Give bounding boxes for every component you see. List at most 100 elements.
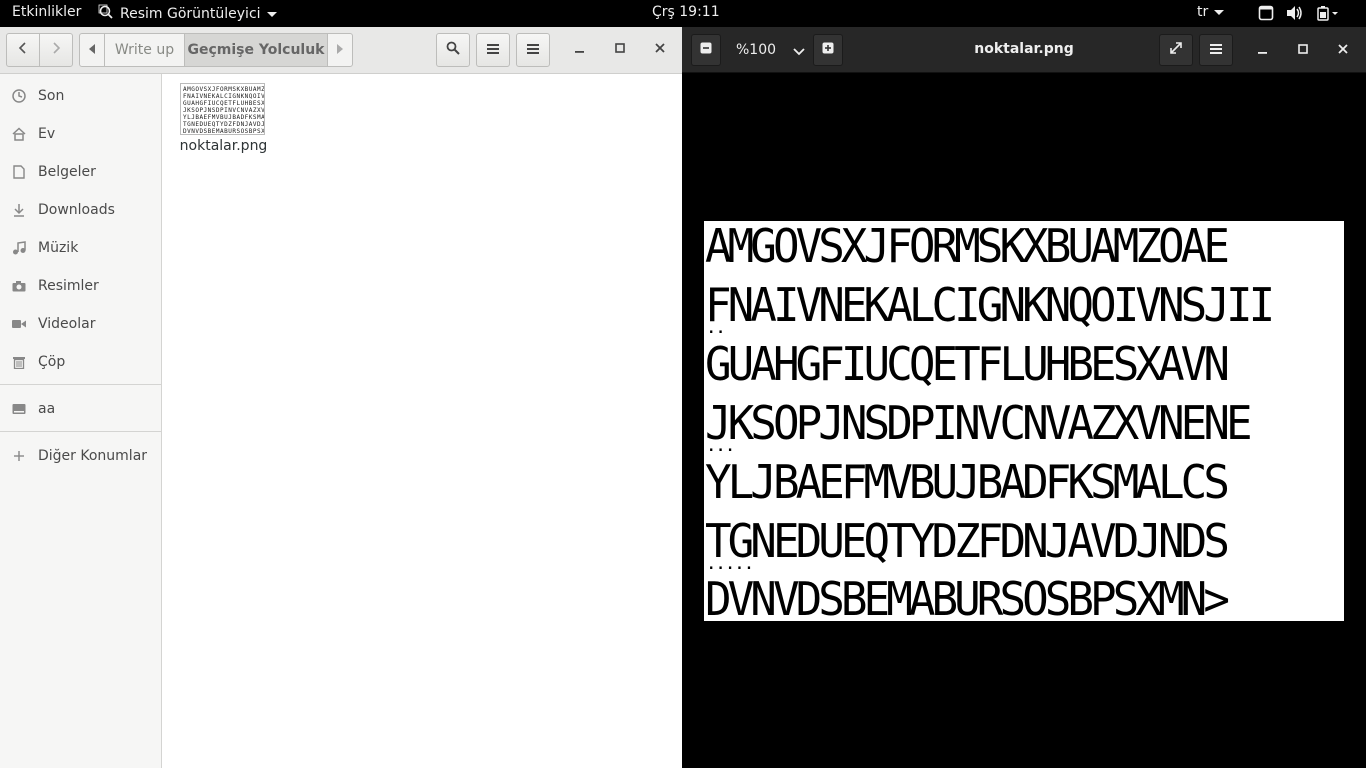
sidebar-item-videos[interactable]: Videolar: [0, 305, 161, 343]
viewer-minimize-button[interactable]: [1251, 38, 1275, 62]
close-icon: [1338, 42, 1348, 58]
close-icon: [655, 41, 665, 57]
file-thumbnail: AMGOVSXJFORMSKXBUAMZOAE FNAIVNEKALCIGNKN…: [180, 83, 265, 135]
zoom-in-button[interactable]: [813, 34, 843, 66]
image-text-row: YLJBAEFMVBUJBADFKSMALCS: [705, 455, 1230, 509]
path-bar: Write up Geçmişe Yolculuk: [79, 33, 353, 67]
app-menu-label: Resim Görüntüleyici: [120, 6, 261, 22]
thumb-line: DVNVDSBEMABURSOSBPSXMN>: [183, 128, 265, 135]
chevron-down-icon: [266, 11, 277, 17]
thumb-line: TGNEDUEQTYDZFDNJAVDJNDS: [183, 121, 265, 128]
menu-button[interactable]: [516, 33, 550, 67]
sidebar-item-label: aa: [38, 401, 56, 417]
language-indicator[interactable]: tr: [1197, 4, 1225, 20]
displayed-image[interactable]: AMGOVSXJFORMSKXBUAMZOAE FNAIVNEKALCIGNKN…: [704, 221, 1344, 621]
home-icon: [0, 127, 38, 141]
image-text-row: AMGOVSXJFORMSKXBUAMZOAE: [705, 221, 1230, 273]
video-icon: [0, 319, 38, 329]
camera-icon: [0, 280, 38, 292]
forward-button[interactable]: [39, 33, 73, 67]
clock[interactable]: Çrş 19:11: [652, 4, 720, 20]
zoom-in-icon: [822, 42, 834, 58]
path-segment-current[interactable]: Geçmişe Yolculuk: [185, 34, 328, 66]
trash-icon: [0, 355, 38, 369]
close-button[interactable]: [648, 37, 672, 61]
volume-icon: [1286, 5, 1304, 25]
hamburger-icon: [527, 42, 539, 58]
top-bar: Etkinlikler Resim Görüntüleyici Çrş 19:1…: [0, 0, 1366, 27]
file-item[interactable]: AMGOVSXJFORMSKXBUAMZOAE FNAIVNEKALCIGNKN…: [162, 74, 285, 164]
sidebar-item-home[interactable]: Ev: [0, 115, 161, 153]
drive-icon: [0, 403, 38, 415]
language-label: tr: [1197, 4, 1209, 20]
places-sidebar: Son Ev Belgeler Downloads Müzik Resimler…: [0, 74, 162, 768]
file-name: noktalar.png: [179, 138, 268, 154]
sidebar-item-trash[interactable]: Çöp: [0, 343, 161, 381]
search-button[interactable]: [436, 33, 470, 67]
sidebar-item-downloads[interactable]: Downloads: [0, 191, 161, 229]
clock-icon: [0, 89, 38, 103]
minimize-icon: [575, 41, 585, 57]
system-tray[interactable]: [1258, 5, 1340, 25]
zoom-level-dropdown[interactable]: %100: [727, 34, 807, 66]
activities-button[interactable]: Etkinlikler: [12, 4, 81, 20]
document-icon: [0, 165, 38, 179]
triangle-right-icon: [337, 42, 343, 58]
window-icon: [1258, 5, 1274, 25]
image-text-row: GUAHGFIUCQETFLUHBESXAVN: [705, 337, 1230, 391]
path-segment-write-up[interactable]: Write up: [105, 34, 185, 66]
plus-icon: [0, 450, 38, 462]
image-text-row: TGNEDUEQTYDZFDNJAVDJNDS: [705, 514, 1230, 568]
sidebar-item-label: Ev: [38, 126, 56, 142]
path-scroll-left-button[interactable]: [80, 34, 105, 66]
list-view-icon: [487, 42, 499, 58]
chevron-left-icon: [18, 42, 28, 58]
sidebar-item-pictures[interactable]: Resimler: [0, 267, 161, 305]
zoom-out-icon: [700, 42, 712, 58]
image-dots-row: .....: [707, 557, 755, 573]
sidebar-item-label: Son: [38, 88, 65, 104]
thumb-line: AMGOVSXJFORMSKXBUAMZOAE: [183, 86, 265, 93]
sidebar-item-recent[interactable]: Son: [0, 77, 161, 115]
path-scroll-right-button[interactable]: [328, 34, 352, 66]
file-view: AMGOVSXJFORMSKXBUAMZOAE FNAIVNEKALCIGNKN…: [162, 74, 682, 768]
image-dots-row: ...: [707, 439, 736, 455]
music-icon: [0, 241, 38, 255]
chevron-down-icon: [1214, 9, 1225, 15]
file-manager-window: Write up Geçmişe Yolculuk Son Ev Belgele…: [0, 27, 682, 768]
minimize-button[interactable]: [568, 37, 592, 61]
triangle-left-icon: [89, 42, 95, 58]
zoom-level: %100: [736, 42, 777, 58]
search-icon: [446, 41, 460, 59]
minimize-icon: [1258, 42, 1268, 58]
image-viewer-icon: [98, 4, 114, 24]
chevron-down-icon: [793, 44, 805, 60]
thumb-line: GUAHGFIUCQETFLUHBESXAVN: [183, 100, 265, 107]
maximize-icon: [615, 41, 625, 57]
sidebar-item-music[interactable]: Müzik: [0, 229, 161, 267]
image-text-row: JKSOPJNSDPINVCNVAZXVNENE: [705, 396, 1253, 450]
viewer-close-button[interactable]: [1331, 38, 1355, 62]
viewer-menu-button[interactable]: [1199, 34, 1233, 66]
maximize-button[interactable]: [608, 37, 632, 61]
viewer-maximize-button[interactable]: [1291, 38, 1315, 62]
file-manager-headerbar: Write up Geçmişe Yolculuk: [0, 27, 682, 74]
app-menu[interactable]: Resim Görüntüleyici: [98, 4, 277, 24]
thumb-line: JKSOPJNSDPINVCNVAZXVNENE: [183, 107, 265, 114]
download-icon: [0, 203, 38, 217]
sidebar-item-label: Resimler: [38, 278, 99, 294]
sidebar-item-label: Diğer Konumlar: [38, 448, 148, 464]
sidebar-item-other-locations[interactable]: Diğer Konumlar: [0, 437, 161, 475]
sidebar-item-label: Videolar: [38, 316, 96, 332]
view-options-button[interactable]: [476, 33, 510, 67]
zoom-out-button[interactable]: [691, 34, 721, 66]
battery-icon: [1316, 5, 1340, 25]
sidebar-separator: [0, 431, 161, 432]
sidebar-item-label: Downloads: [38, 202, 115, 218]
back-button[interactable]: [6, 33, 40, 67]
fullscreen-button[interactable]: [1159, 34, 1193, 66]
image-viewer-headerbar: %100 noktalar.png: [682, 27, 1366, 73]
sidebar-item-device-aa[interactable]: aa: [0, 390, 161, 428]
maximize-icon: [1298, 42, 1308, 58]
sidebar-item-documents[interactable]: Belgeler: [0, 153, 161, 191]
